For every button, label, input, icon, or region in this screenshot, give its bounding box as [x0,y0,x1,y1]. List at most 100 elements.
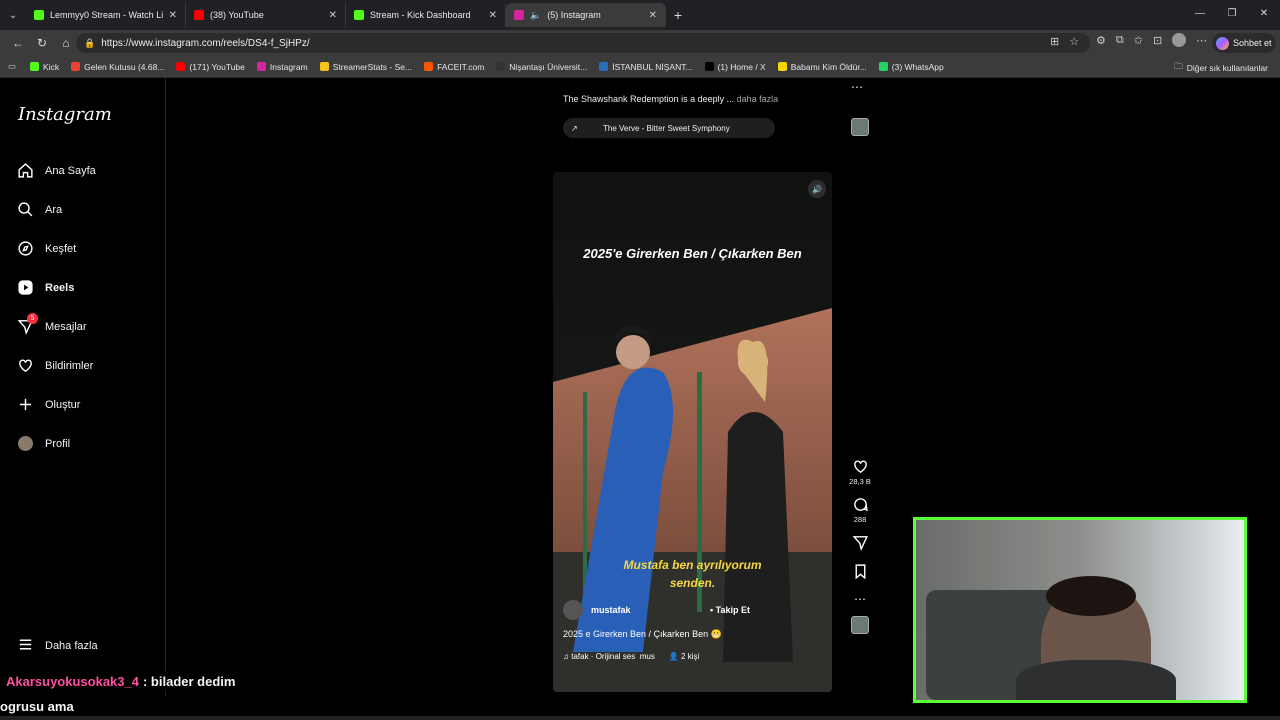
reel-meta: ♫ tafak · Orijinal ses mus 👤 2 kişi [563,652,822,661]
nav-notifications[interactable]: Bildirimler [17,357,93,374]
arrow-icon: ↗ [571,123,578,133]
favorite-star-icon[interactable]: ☆ [1069,35,1079,48]
bookmark-item[interactable]: FACEIT.com [424,62,484,72]
comment-button[interactable]: 288 [852,496,869,524]
compass-icon [17,240,34,257]
restore-icon[interactable]: ❐ [1216,0,1248,30]
site-info-icon[interactable]: 🔒 [84,38,95,49]
tab-youtube[interactable]: (38) YouTube ✕ [186,3,346,27]
tagged-people[interactable]: 👤 2 kişi [669,652,699,661]
audio-label-tail: mus [639,652,655,661]
bookmark-item[interactable]: Babamı Kim Öldür... [777,61,867,72]
app-icon[interactable]: ⊞ [1050,35,1059,48]
split-screen-icon[interactable]: ⧉ [1116,34,1124,47]
bookmark-favicon-icon [176,62,186,71]
bottom-strip [0,716,1280,720]
close-window-icon[interactable]: ✕ [1248,0,1280,30]
tab-kick-dashboard[interactable]: Stream - Kick Dashboard ✕ [346,3,506,27]
more-menu-icon[interactable]: ⋯ [1196,34,1207,47]
instagram-logo[interactable]: Instagram [18,104,112,125]
extensions-icon[interactable]: ⚙ [1096,34,1106,47]
nav-label: Ara [45,203,63,216]
bookmark-item[interactable]: Kick [30,62,59,72]
author-username[interactable]: mustafak [591,605,631,615]
copilot-button[interactable]: Sohbet et [1212,33,1276,53]
url-text: https://www.instagram.com/reels/DS4-f_Sj… [101,37,310,49]
reading-list-icon[interactable]: ▭ [8,61,16,72]
audio-thumbnail[interactable] [851,616,869,634]
kick-favicon-icon [34,10,44,20]
more-menu-button[interactable]: Daha fazla [17,636,98,656]
close-tab-icon[interactable]: ✕ [169,10,177,21]
bookmark-item[interactable]: Instagram [256,62,308,72]
bookmark-favicon-icon [71,62,81,71]
back-icon[interactable]: ← [6,36,30,50]
kick-favicon-icon [354,10,364,20]
bookmark-item[interactable]: StreamerStats - Se... [319,62,412,72]
nav-label: Oluştur [45,398,81,411]
bookmark-icon [855,564,865,580]
nav-explore[interactable]: Keşfet [17,240,76,257]
nav-search[interactable]: Ara [17,201,62,218]
new-tab-button[interactable]: + [666,7,690,23]
nav-profile[interactable]: Profil [17,435,70,452]
sound-toggle-icon[interactable]: 🔊 [808,180,826,198]
heart-icon [17,357,34,374]
stream-chat-message: ogrusu ama [0,696,296,716]
collections-icon[interactable]: ⊡ [1153,34,1162,47]
plus-icon [17,396,34,413]
previous-more-options-icon[interactable]: ⋯ [851,80,863,94]
nav-label: Ana Sayfa [45,164,96,177]
nav-label: Reels [45,281,75,294]
like-button[interactable]: 28,3 B [849,458,871,486]
tab-actions-icon[interactable]: ⌄ [0,0,26,30]
speaker-icon[interactable]: 🔈 [530,10,541,21]
close-tab-icon[interactable]: ✕ [329,10,337,21]
bookmark-item[interactable]: (171) YouTube [176,61,245,72]
more-options-button[interactable]: ⋯ [854,592,866,606]
bookmark-favicon-icon [256,62,266,71]
favorites-icon[interactable]: ✩ [1134,34,1143,47]
bookmark-item[interactable]: Nişantaşı Üniversit... [496,62,587,72]
nav-home[interactable]: Ana Sayfa [17,162,96,179]
minimize-icon[interactable]: — [1184,0,1216,30]
previous-reel-info: The Shawshank Redemption is a deeply ...… [553,78,835,158]
nav-label: Profil [45,437,71,450]
browser-profile-avatar[interactable] [1172,33,1187,47]
close-tab-icon[interactable]: ✕ [649,10,657,21]
bookmark-label: Babamı Kim Öldür... [790,61,867,72]
author-avatar[interactable] [563,600,583,620]
bookmark-favicon-icon [424,62,434,71]
save-button[interactable] [852,563,869,582]
close-tab-icon[interactable]: ✕ [489,10,497,21]
share-button[interactable] [852,534,869,553]
bookmark-favicon-icon [319,62,329,71]
stream-chat-message: Akarsuyokusokak3_4 : bilader dedim [0,671,533,691]
reel-video[interactable]: 🔊 2025'e Girerken Ben / Çıkarken Ben Mus… [553,172,832,692]
previous-audio-thumbnail[interactable] [851,118,869,136]
home-icon[interactable]: ⌂ [54,36,78,50]
bookmark-item[interactable]: (1) Home / X [704,62,766,72]
tab-kick-stream[interactable]: Lemmyy0 Stream - Watch Live on ✕ [26,3,186,27]
bookmark-item[interactable]: İSTANBUL NİŞANT... [599,62,693,72]
bookmark-item[interactable]: Gelen Kutusu (4.68... [71,62,164,72]
audio-link[interactable]: ♫ tafak · Orijinal ses mus [563,652,655,661]
tab-instagram[interactable]: 🔈 (5) Instagram ✕ [506,3,666,27]
chat-text: : bilader dedim [142,673,236,689]
nav-create[interactable]: Oluştur [17,396,80,413]
bookmark-favicon-icon [704,62,714,71]
tab-title: Lemmyy0 Stream - Watch Live on [50,10,163,20]
comment-count: 288 [853,515,867,524]
url-bar[interactable]: 🔒 https://www.instagram.com/reels/DS4-f_… [76,33,1090,53]
music-pill[interactable]: ↗ The Verve - Bitter Sweet Symphony [563,118,775,138]
nav-messages[interactable]: 5 Mesajlar [17,313,87,335]
other-favorites[interactable]: 🗀 Diğer sık kullanılanlar [1174,61,1268,75]
bookmark-label: (171) YouTube [189,61,245,72]
follow-button[interactable]: • Takip Et [710,605,750,615]
caption-text: The Shawshank Redemption is a deeply ... [563,94,735,104]
nav-reels[interactable]: Reels [17,279,74,296]
refresh-icon[interactable]: ↻ [30,36,54,50]
caption-more-link[interactable]: daha fazla [737,94,779,104]
bookmark-item[interactable]: (3) WhatsApp [878,62,944,72]
bookmarks-bar: ▭ Kick Gelen Kutusu (4.68... (171) YouTube… [0,56,1280,78]
